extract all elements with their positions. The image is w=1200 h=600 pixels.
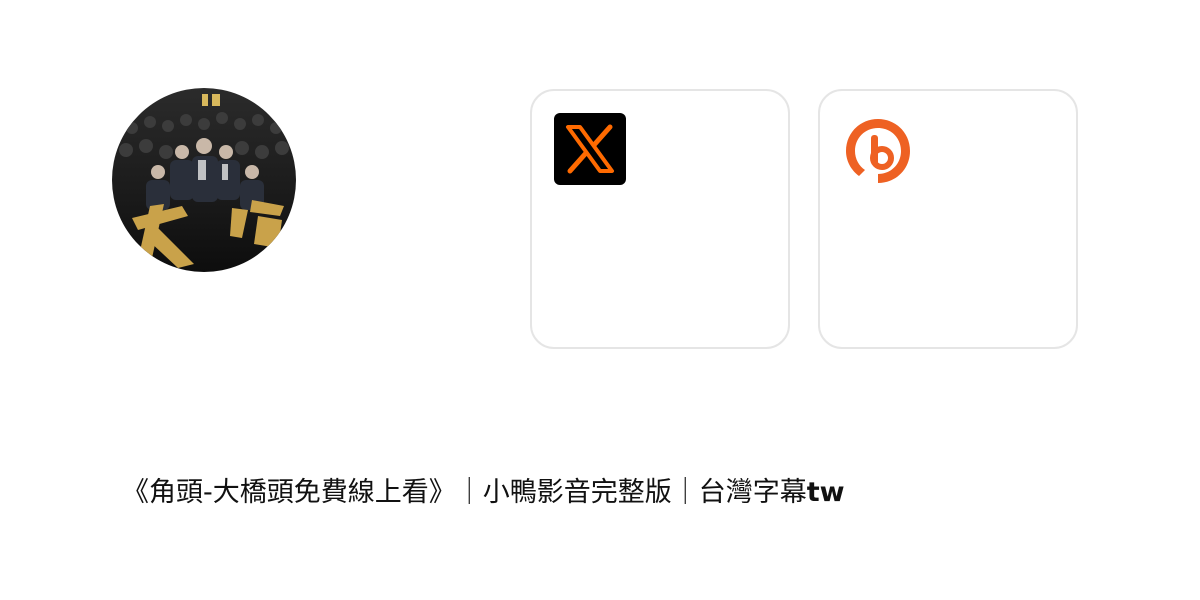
title-suffix: tw bbox=[806, 477, 845, 508]
bitly-link-card[interactable] bbox=[818, 89, 1078, 349]
x-link-card[interactable] bbox=[530, 89, 790, 349]
bitly-logo-icon bbox=[842, 113, 914, 185]
movie-poster-avatar bbox=[112, 88, 296, 272]
page-title: 《角頭-大橋頭免費線上看》｜小鴨影音完整版｜台灣字幕tw bbox=[122, 473, 845, 513]
profile-avatar bbox=[112, 88, 296, 272]
x-logo-icon bbox=[554, 113, 626, 185]
title-main: 《角頭-大橋頭免費線上看》｜小鴨影音完整版｜台灣字幕 bbox=[122, 477, 807, 508]
